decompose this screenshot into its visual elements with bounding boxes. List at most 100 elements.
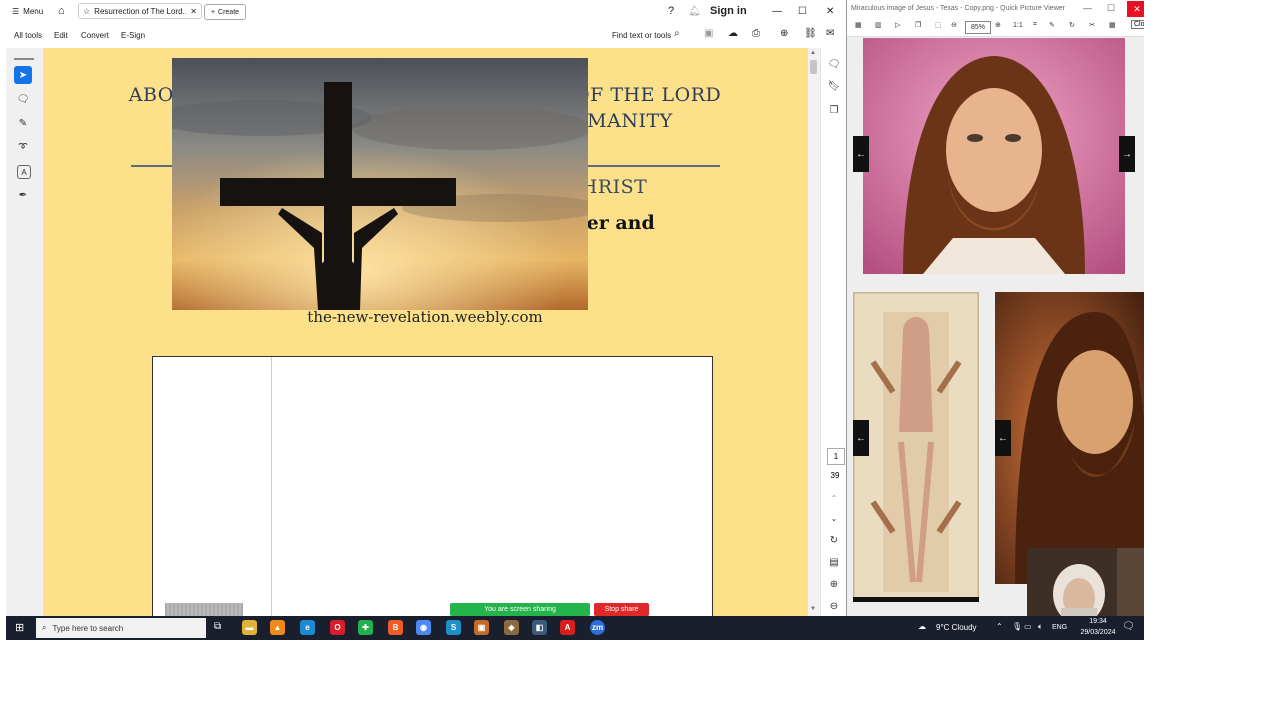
fit-icon[interactable]: ⬚ [935,21,942,29]
maximize-icon[interactable]: ☐ [798,4,807,18]
rotate-image-icon[interactable]: ↻ [1069,21,1075,29]
close-tab-icon[interactable]: ✕ [190,7,197,16]
acrobat-icon[interactable]: A [560,620,575,635]
page-fit-icon[interactable]: ▤ [826,554,842,570]
viewer-close-icon[interactable]: ✕ [1127,1,1144,17]
brave-icon[interactable]: B [388,620,403,635]
copy-icon[interactable]: ❐ [915,21,921,29]
weather-text[interactable]: 9°C Cloudy [936,623,977,632]
current-page-input[interactable]: 1 [827,448,845,465]
screen-sharing-status[interactable]: You are screen sharing [450,603,590,616]
zoom-out-icon[interactable]: ⊖ [826,598,842,614]
close-tooltip: Close [1131,20,1144,29]
add-comment-icon[interactable]: 🗨︎ [14,90,32,108]
shroud-prev-arrow-icon[interactable]: ← [853,420,869,456]
volume-icon[interactable]: 🔈︎ [1038,622,1043,632]
tab-title: Resurrection of The Lord... [94,6,187,16]
image-placeholder-strip [165,603,243,616]
minimize-icon[interactable]: — [772,4,782,18]
windows-start-icon[interactable]: ⊞ [15,621,24,634]
menu-edit[interactable]: Edit [54,31,68,40]
print-icon[interactable]: ⎙ [752,28,760,39]
sign-in-button[interactable]: Sign in [710,5,747,17]
email-icon[interactable]: ✉ [826,28,834,39]
viewer-prev-arrow-icon[interactable]: ← [853,136,869,172]
app-brown-icon[interactable]: ◈ [504,620,519,635]
bell-icon[interactable]: 🔔︎ [688,4,701,18]
zoom-level[interactable]: 85% [965,21,991,34]
painting-prev-arrow-icon[interactable]: ← [995,420,1011,456]
sharing-status-text: You are screen sharing [484,606,556,613]
create-button[interactable]: + Create [204,4,246,20]
microphone-icon[interactable]: 🎙︎ [1012,622,1022,631]
tools-icon[interactable]: ✂ [1089,21,1095,29]
previous-page-icon[interactable]: ⌃ [826,490,842,506]
network-icon[interactable]: ▭ [1024,622,1032,631]
crop-icon[interactable]: ⌗ [1033,21,1037,29]
text-box-icon[interactable]: A [17,165,31,179]
actual-size-label[interactable]: 1:1 [1013,22,1023,29]
select-cursor-icon[interactable]: ➤ [14,66,32,84]
taskbar-search-input[interactable]: ⌕ Type here to search [36,618,206,638]
viewer-next-arrow-icon[interactable]: → [1119,136,1135,172]
skype-icon[interactable]: S [446,620,461,635]
save-icon[interactable]: ▣ [704,28,713,39]
scroll-up-icon[interactable]: ▲ [810,50,816,56]
signature-icon[interactable]: ✒ [14,186,32,204]
opera-icon[interactable]: O [330,620,345,635]
vlc-icon[interactable]: ▲ [270,620,285,635]
scrollbar-thumb[interactable] [810,60,817,74]
menu-convert[interactable]: Convert [81,31,109,40]
document-scrollbar[interactable]: ▲ ▼ [808,48,820,616]
menu-all-tools[interactable]: All tools [14,31,42,40]
rotate-icon[interactable]: ↻ [826,532,842,548]
next-page-icon[interactable]: ⌄ [826,510,842,526]
language-indicator[interactable]: ENG [1052,624,1067,631]
document-tab[interactable]: ☆ Resurrection of The Lord... ✕ [78,3,202,19]
save-image-icon[interactable]: ▥ [875,21,882,29]
chrome-icon[interactable]: ◉ [416,620,431,635]
find-tools-label[interactable]: Find text or tools [612,31,671,40]
viewer-toolbar: ▦ ▥ ▷ ❐ ⬚ ⊖ 85% ⊕ 1:1 ⌗ ✎ ↻ ✂ ▦ [847,18,1144,37]
zoom-in-icon[interactable]: ⊕ [826,576,842,592]
viewer-zoom-in-icon[interactable]: ⊕ [995,21,1001,29]
stop-share-button[interactable]: Stop share [594,603,649,616]
open-file-icon[interactable]: ▦ [855,21,862,29]
menu-label: Menu [23,6,44,16]
webcam-overlay [1027,548,1144,616]
pages-panel-icon[interactable]: ❐ [826,102,842,118]
clock-time[interactable]: 19:34 [1078,618,1118,625]
viewer-minimize-icon[interactable]: — [1083,3,1092,13]
edge-icon[interactable]: e [300,620,315,635]
file-explorer-icon[interactable]: ▬ [242,620,257,635]
home-icon[interactable]: ⌂ [58,4,65,18]
app-green-icon[interactable]: ✚ [358,620,373,635]
share-icon[interactable]: ⊕ [780,28,788,39]
zoom-icon[interactable]: zm [590,620,605,635]
viewer-maximize-icon[interactable]: ☐ [1107,3,1115,14]
tray-chevron-icon[interactable]: ⌃ [996,622,1003,631]
search-icon[interactable]: ⌕ [674,28,680,39]
upload-cloud-icon[interactable]: ☁ [728,28,738,39]
task-view-icon[interactable]: ⧉ [214,621,221,632]
image-app-icon[interactable]: ▣ [474,620,489,635]
slideshow-icon[interactable]: ▷ [895,21,900,29]
draw-icon[interactable]: ✎ [1049,21,1055,29]
viewer-zoom-out-icon[interactable]: ⊖ [951,21,957,29]
app-blue-icon[interactable]: ◧ [532,620,547,635]
stop-share-label: Stop share [604,606,639,613]
close-window-icon[interactable]: ✕ [826,4,834,18]
lasso-icon[interactable]: ➰︎ [14,138,32,156]
pdf-page[interactable]: ABOUT THE DEATH AND RESURRECTION OF THE … [43,48,808,616]
notifications-icon[interactable]: 🗨︎ [1122,621,1135,632]
clock-date[interactable]: 29/03/2024 [1074,629,1122,636]
link-icon[interactable]: ⛓ [804,28,817,39]
pencil-icon[interactable]: ✎ [14,114,32,132]
menu-e-sign[interactable]: E-Sign [121,31,145,40]
comments-panel-icon[interactable]: 🗨︎ [826,56,842,72]
grid-icon[interactable]: ▦ [1109,21,1116,29]
scroll-down-icon[interactable]: ▼ [810,606,816,612]
menu-button[interactable]: ☰ Menu [12,4,43,18]
help-icon[interactable]: ? [668,4,674,18]
bookmark-panel-icon[interactable]: 🔖︎ [826,78,842,94]
